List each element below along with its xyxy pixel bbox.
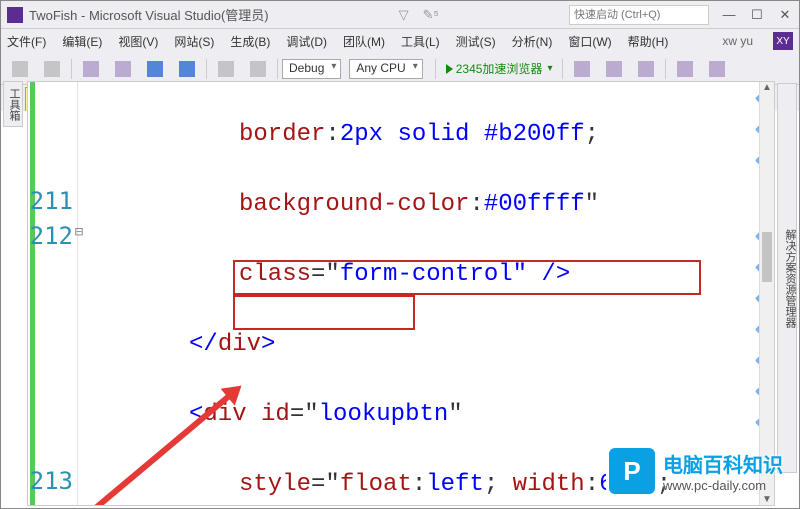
toolbar-icon-e[interactable] — [702, 58, 732, 80]
fold-toggle-icon[interactable]: ⊟ — [74, 224, 84, 240]
menu-file[interactable]: 文件(F) — [7, 33, 46, 50]
save-button[interactable] — [140, 58, 170, 80]
scrollbar-thumb[interactable] — [762, 232, 772, 282]
close-button[interactable]: ✕ — [771, 7, 799, 23]
vertical-scrollbar[interactable]: ▲ ▼ — [759, 82, 774, 505]
toolbar-icon-d[interactable] — [670, 58, 700, 80]
line-gutter: . . . 211 212 . . . . . . 213 — [28, 82, 78, 505]
menu-debug[interactable]: 调试(D) — [286, 33, 327, 50]
menu-website[interactable]: 网站(S) — [174, 33, 214, 50]
menu-help[interactable]: 帮助(H) — [628, 33, 669, 50]
new-button[interactable] — [76, 58, 106, 80]
back-button[interactable] — [5, 58, 35, 80]
menu-team[interactable]: 团队(M) — [343, 33, 385, 50]
undo-button[interactable] — [211, 58, 241, 80]
scroll-down-icon[interactable]: ▼ — [760, 494, 774, 505]
toolbar-icon-a[interactable] — [567, 58, 597, 80]
redo-button[interactable] — [243, 58, 273, 80]
code-editor[interactable]: . . . 211 212 . . . . . . 213 ⊟ border:2… — [27, 81, 775, 506]
solution-explorer-panel[interactable]: 解决方案资源管理器 — [784, 229, 796, 328]
minimize-button[interactable]: — — [715, 7, 743, 23]
toolbar-icon-b[interactable] — [599, 58, 629, 80]
line-number: 213 — [30, 467, 73, 502]
config-combo[interactable]: Debug — [282, 59, 341, 79]
play-icon — [446, 64, 453, 74]
platform-combo[interactable]: Any CPU — [349, 59, 422, 79]
user-avatar[interactable]: XY — [773, 32, 793, 50]
menu-test[interactable]: 测试(S) — [456, 33, 496, 50]
notify-icon[interactable]: ▽ — [399, 7, 409, 23]
save-all-button[interactable] — [172, 58, 202, 80]
window-title: TwoFish - Microsoft Visual Studio(管理员) — [29, 5, 269, 24]
menu-bar: 文件(F) 编辑(E) 视图(V) 网站(S) 生成(B) 调试(D) 团队(M… — [1, 29, 799, 53]
title-bar: TwoFish - Microsoft Visual Studio(管理员) ▽… — [1, 1, 799, 29]
quick-launch-input[interactable] — [569, 5, 709, 25]
menu-view[interactable]: 视图(V) — [118, 33, 158, 50]
menu-analyze[interactable]: 分析(N) — [512, 33, 553, 50]
start-debug-button[interactable]: 2345加速浏览器 ▾ — [440, 58, 559, 79]
menu-build[interactable]: 生成(B) — [230, 33, 270, 50]
titlebar-center-icons: ▽ ✎⁵ — [269, 7, 569, 23]
annotation-highlight-box — [233, 260, 701, 295]
toolbox-label: 工具箱 — [6, 88, 22, 121]
start-debug-label: 2345加速浏览器 — [456, 60, 543, 77]
toolbox-panel-collapsed[interactable]: 工具箱 — [3, 81, 23, 127]
right-panels: 解决方案资源管理器 团队资源管理器 属性 — [777, 83, 797, 473]
signed-in-user[interactable]: xw yu — [722, 34, 753, 48]
vs-logo-icon — [7, 7, 23, 23]
window-buttons: — ☐ ✕ — [715, 7, 799, 23]
menu-tools[interactable]: 工具(L) — [401, 33, 440, 50]
maximize-button[interactable]: ☐ — [743, 7, 771, 23]
forward-button[interactable] — [37, 58, 67, 80]
scroll-up-icon[interactable]: ▲ — [760, 82, 774, 93]
line-number: 212 — [30, 222, 73, 257]
line-number: 211 — [30, 187, 73, 222]
feedback-icon[interactable]: ✎⁵ — [423, 7, 439, 23]
annotation-highlight-box — [233, 295, 415, 330]
menu-edit[interactable]: 编辑(E) — [62, 33, 102, 50]
open-button[interactable] — [108, 58, 138, 80]
toolbar-icon-c[interactable] — [631, 58, 661, 80]
menu-window[interactable]: 窗口(W) — [568, 33, 611, 50]
